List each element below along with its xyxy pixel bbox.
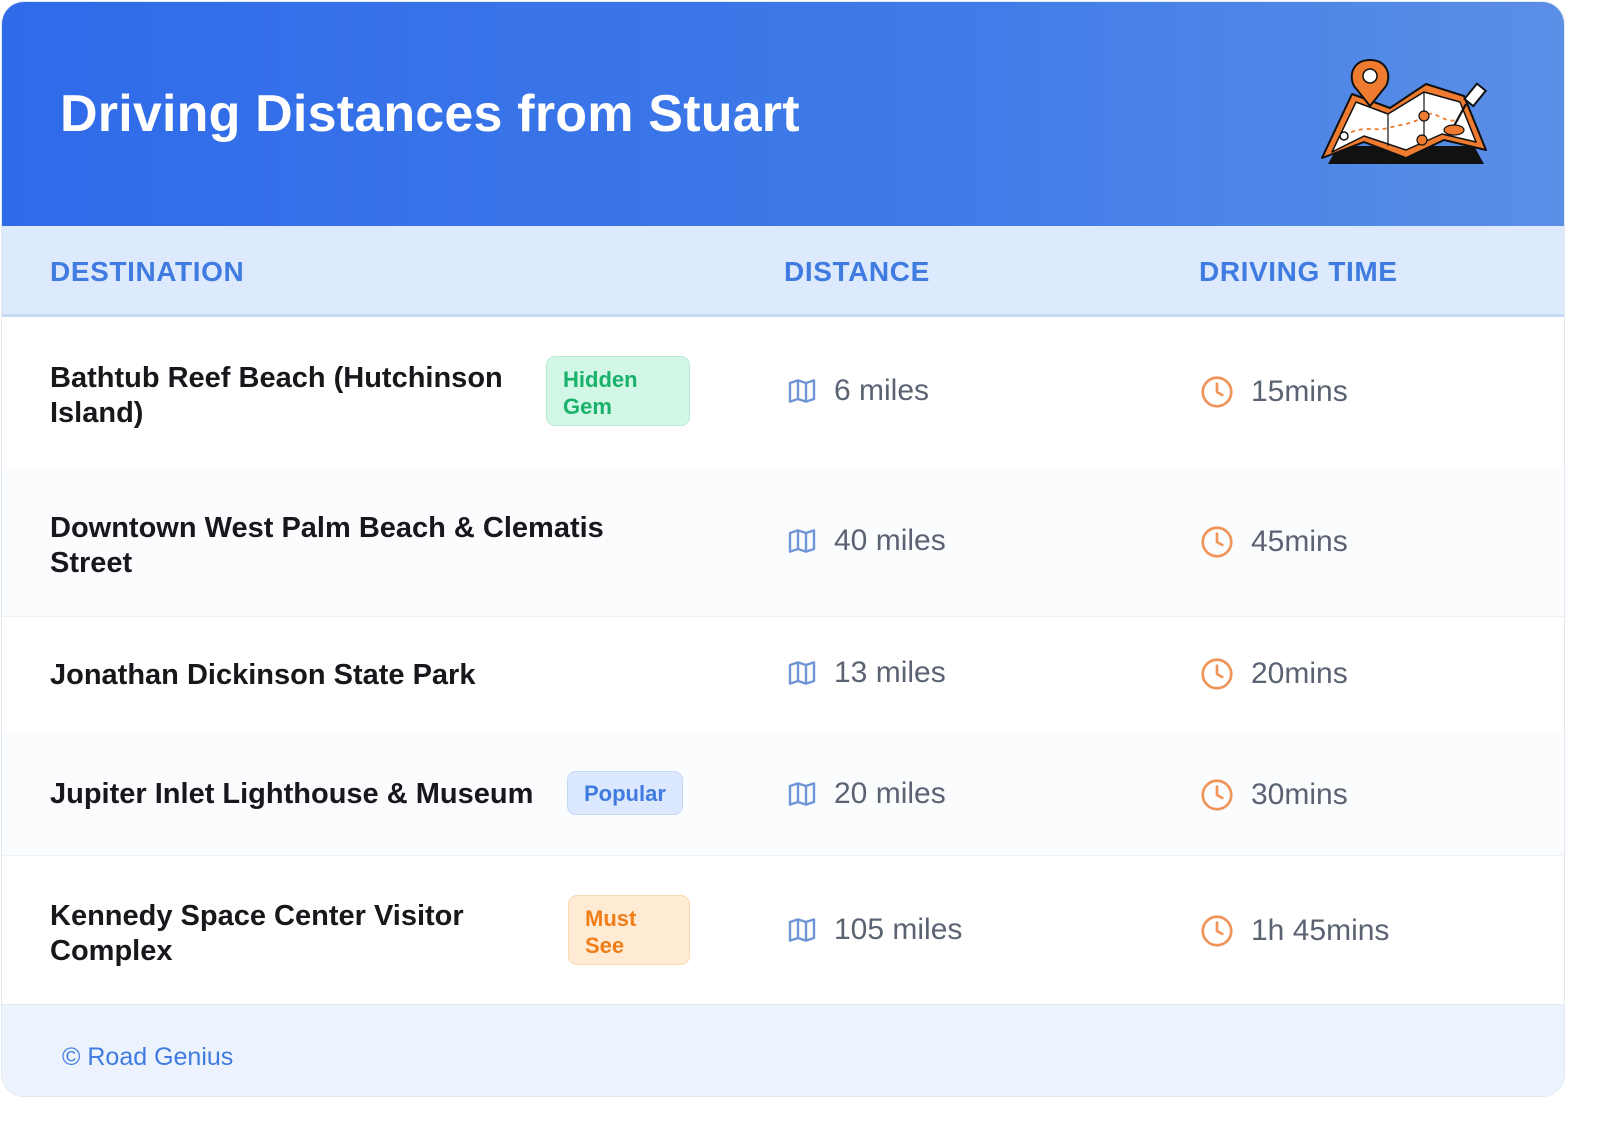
destination-name: Kennedy Space Center Visitor Complex xyxy=(50,900,464,967)
distance-cell: 40 miles xyxy=(786,524,946,558)
table-row: Jupiter Inlet Lighthouse & Museum Popula… xyxy=(2,731,1564,856)
table-header-row: DESTINATION DISTANCE DRIVING TIME xyxy=(2,226,1564,317)
time-cell: 30mins xyxy=(1199,777,1348,813)
time-value: 15mins xyxy=(1251,375,1348,408)
table-row: Jonathan Dickinson State Park 13 miles 2… xyxy=(2,616,1564,732)
time-cell: 20mins xyxy=(1199,656,1348,692)
badge-popular: Popular xyxy=(567,771,683,815)
distance-value: 40 miles xyxy=(834,524,946,557)
distance-table-card: Driving Distances from Stuart DESTINATIO… xyxy=(2,2,1564,1096)
destination-name: Jonathan Dickinson State Park xyxy=(50,659,476,691)
time-value: 20mins xyxy=(1251,657,1348,690)
clock-icon xyxy=(1201,526,1233,558)
time-value: 45mins xyxy=(1251,525,1348,558)
badge-must-see: Must See xyxy=(568,895,690,965)
time-value: 1h 45mins xyxy=(1251,914,1390,947)
distance-value: 13 miles xyxy=(834,656,946,689)
column-header-destination: DESTINATION xyxy=(50,256,245,287)
distance-cell: 13 miles xyxy=(786,656,946,690)
column-header-distance: DISTANCE xyxy=(784,256,930,287)
time-cell: 15mins xyxy=(1199,374,1348,410)
clock-icon xyxy=(1201,779,1233,811)
destination-name: Bathtub Reef Beach (Hutchinson Island) xyxy=(50,362,503,429)
clock-icon xyxy=(1201,376,1233,408)
map-icon xyxy=(788,661,816,685)
destination-name: Jupiter Inlet Lighthouse & Museum xyxy=(50,778,534,810)
time-cell: 45mins xyxy=(1199,524,1348,560)
map-icon xyxy=(788,918,816,942)
map-icon xyxy=(788,782,816,806)
footer: © Road Genius xyxy=(2,1004,1564,1096)
map-with-pin-icon xyxy=(1321,58,1488,164)
clock-icon xyxy=(1201,658,1233,690)
distance-value: 6 miles xyxy=(834,374,930,407)
distance-cell: 20 miles xyxy=(786,777,946,811)
time-cell: 1h 45mins xyxy=(1199,913,1389,949)
distance-cell: 6 miles xyxy=(786,374,929,408)
clock-icon xyxy=(1201,915,1233,947)
distance-value: 20 miles xyxy=(834,777,946,810)
map-icon xyxy=(788,529,816,553)
column-header-driving-time: DRIVING TIME xyxy=(1199,256,1398,287)
table-row: Bathtub Reef Beach (Hutchinson Island) H… xyxy=(2,316,1564,467)
badge-hidden-gem: Hidden Gem xyxy=(546,356,690,426)
distance-cell: 105 miles xyxy=(786,913,962,947)
footer-credit-link[interactable]: © Road Genius xyxy=(62,1043,233,1072)
distance-value: 105 miles xyxy=(834,913,963,946)
table-row: Kennedy Space Center Visitor Complex Mus… xyxy=(2,855,1564,1005)
table-row: Downtown West Palm Beach & Clematis Stre… xyxy=(2,466,1564,617)
header-banner: Driving Distances from Stuart xyxy=(2,2,1564,226)
page-title: Driving Distances from Stuart xyxy=(60,85,800,143)
time-value: 30mins xyxy=(1251,778,1348,811)
map-icon xyxy=(788,379,816,403)
destination-name: Downtown West Palm Beach & Clematis Stre… xyxy=(50,512,604,579)
